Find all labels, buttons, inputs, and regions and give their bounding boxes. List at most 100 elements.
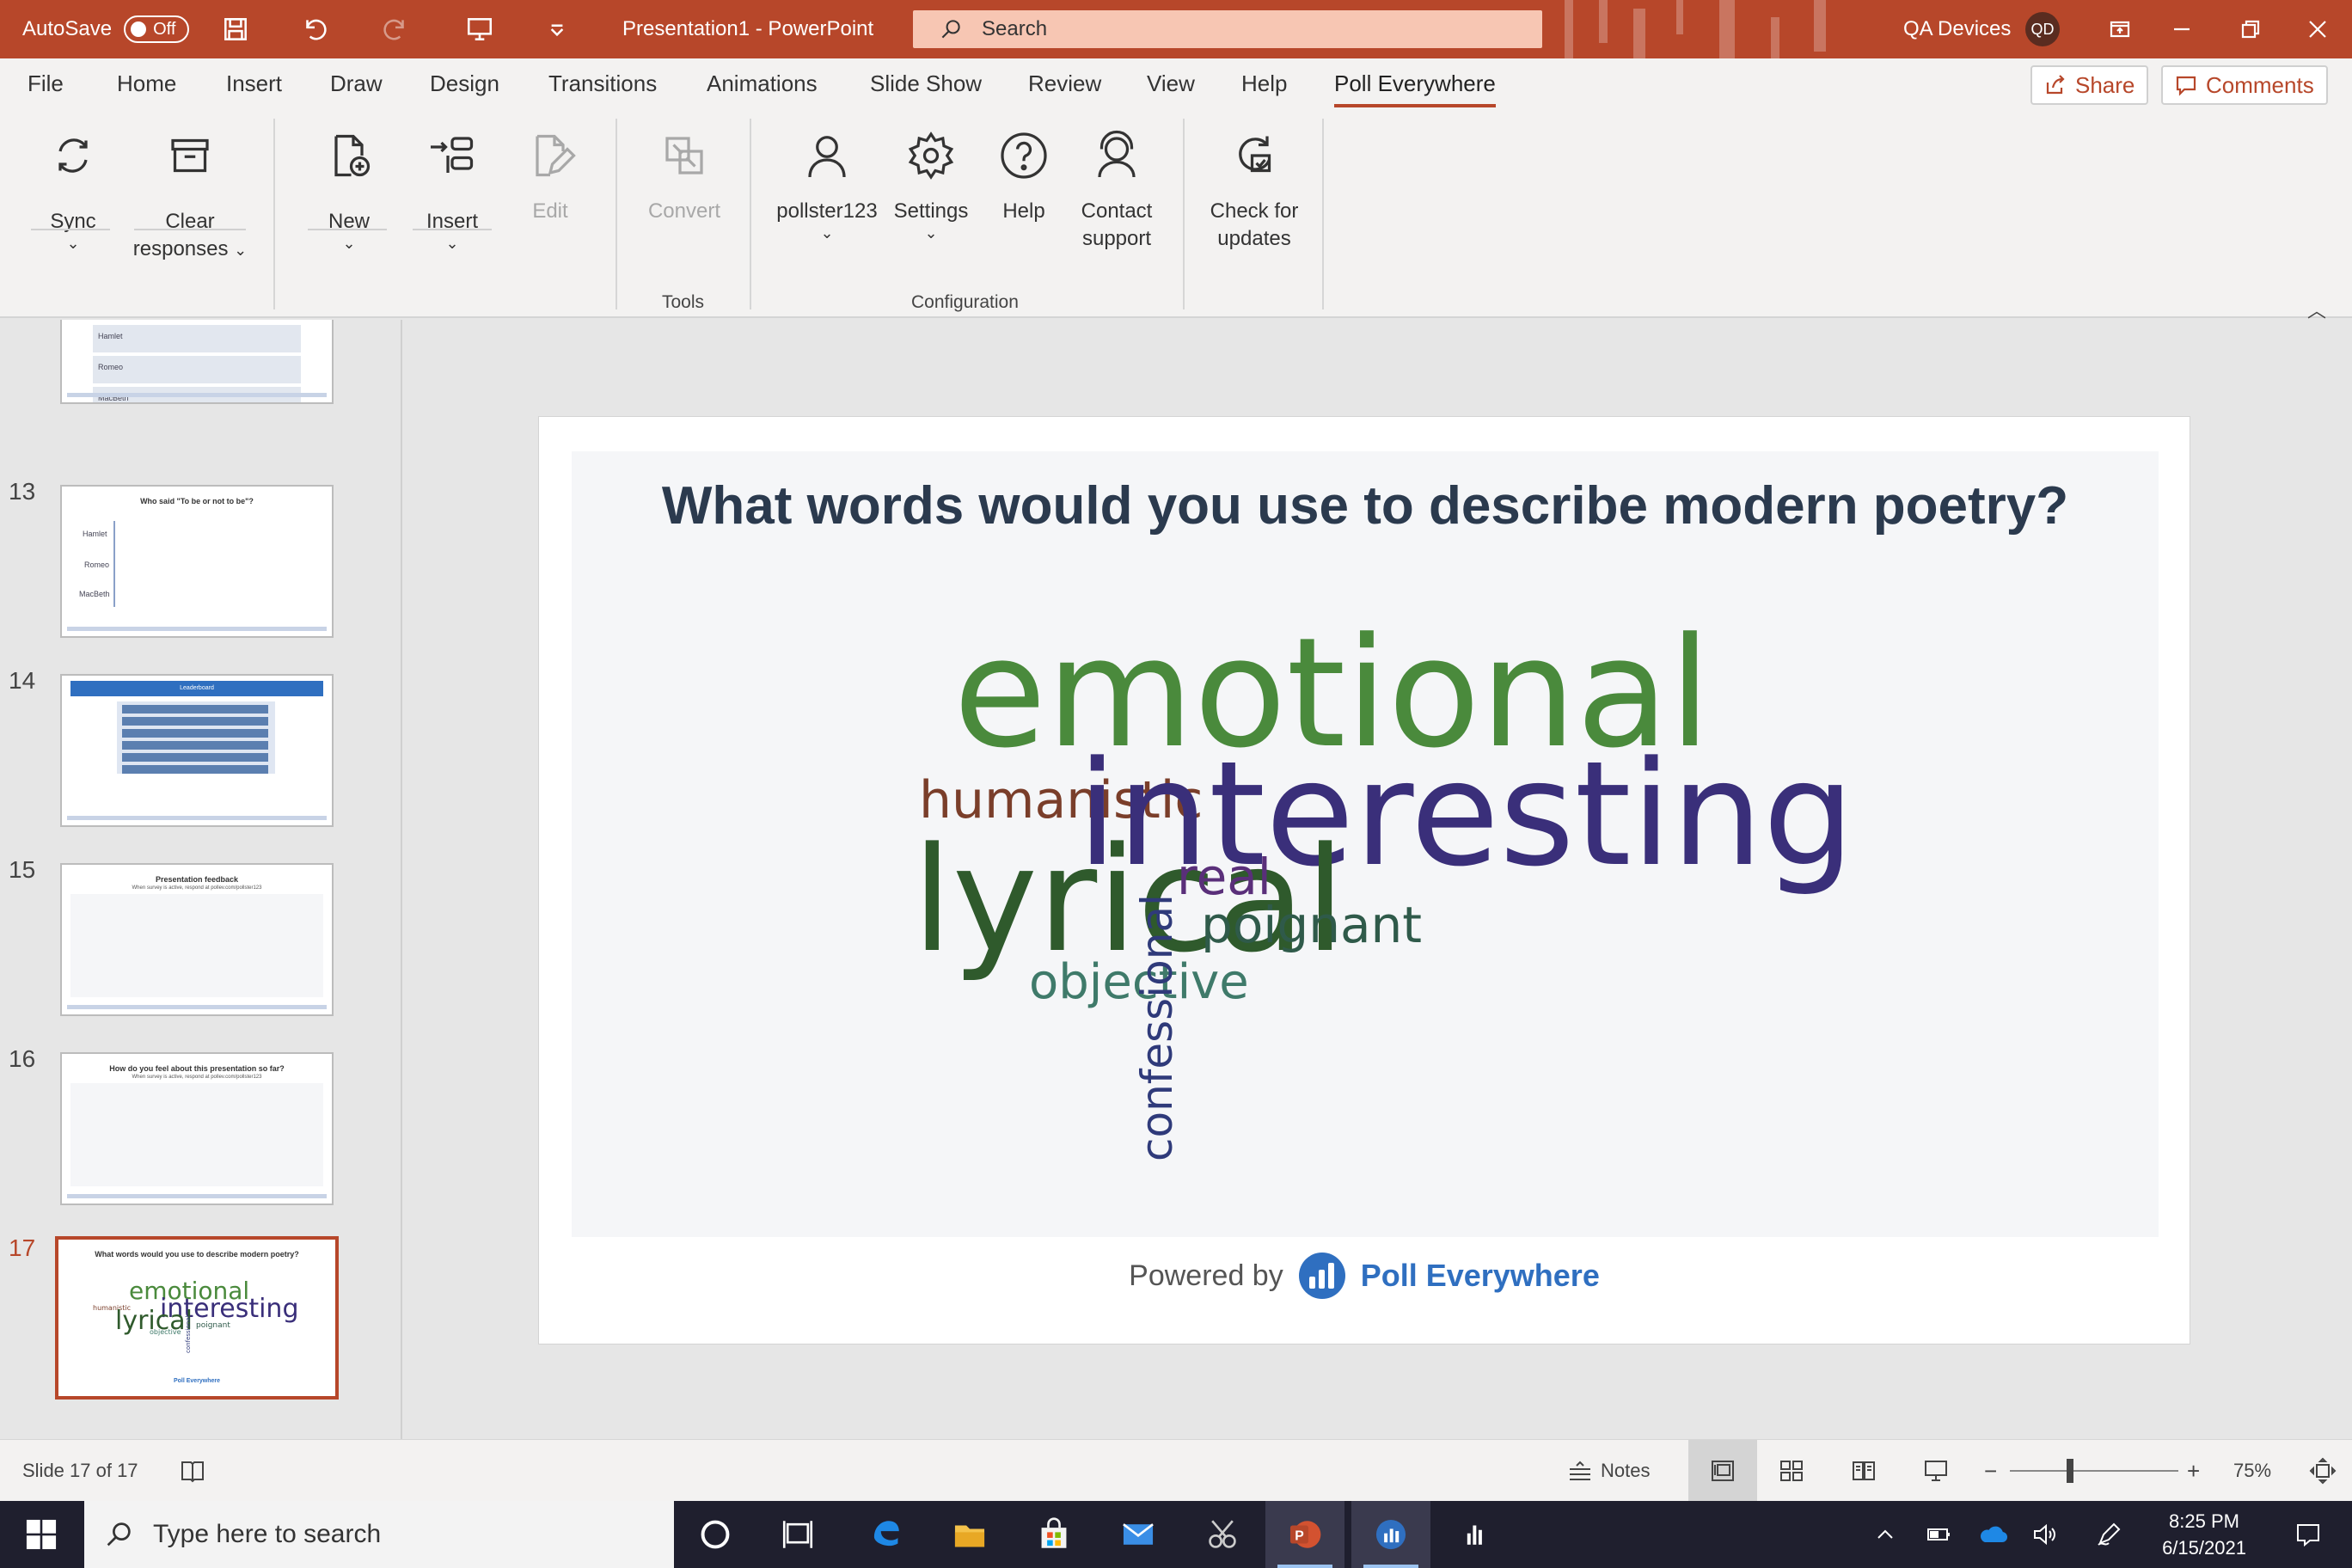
- updates-label: Check for: [1210, 199, 1299, 223]
- edge-icon: [873, 1521, 899, 1547]
- volume-icon[interactable]: [2024, 1501, 2067, 1568]
- pen-icon[interactable]: [2087, 1501, 2130, 1568]
- ribbon-display-icon[interactable]: [2103, 12, 2137, 46]
- powered-by-label: Powered by: [1129, 1259, 1283, 1292]
- fit-to-window-icon[interactable]: [2309, 1440, 2337, 1502]
- system-clock[interactable]: 8:25 PM 6/15/2021: [2135, 1508, 2273, 1561]
- comments-button[interactable]: Comments: [2161, 65, 2328, 105]
- user-name[interactable]: QA Devices: [1903, 0, 2011, 58]
- sync-button[interactable]: Sync ⌄: [26, 126, 120, 251]
- tab-review[interactable]: Review: [1028, 70, 1101, 97]
- present-icon[interactable]: [464, 14, 495, 45]
- accessibility-icon[interactable]: [179, 1440, 206, 1502]
- minimize-icon[interactable]: [2165, 12, 2199, 46]
- group-separator: [616, 119, 617, 309]
- taskbar-search[interactable]: Type here to search: [84, 1501, 674, 1568]
- redo-icon[interactable]: [380, 14, 411, 45]
- customize-toolbar-icon[interactable]: [542, 14, 573, 45]
- convert-button[interactable]: Convert: [636, 126, 732, 225]
- edit-button[interactable]: Edit: [514, 126, 586, 225]
- poll-bars-icon: [1467, 1525, 1482, 1545]
- word-real: real: [1177, 848, 1271, 906]
- thumbnail-body: [70, 1083, 323, 1186]
- tab-animations[interactable]: Animations: [707, 70, 818, 97]
- share-button[interactable]: Share: [2030, 65, 2149, 105]
- normal-view-button[interactable]: [1688, 1440, 1757, 1502]
- slide-thumbnail-panel[interactable]: Hamlet Romeo MacBeth 13 Who said "To be …: [0, 320, 402, 1439]
- avatar[interactable]: QD: [2025, 12, 2060, 46]
- reading-view-button[interactable]: [1850, 1440, 1877, 1502]
- zoom-slider-track[interactable]: [2010, 1470, 2178, 1472]
- cortana-button[interactable]: [676, 1501, 755, 1568]
- thumbnail-title: What words would you use to describe mod…: [95, 1250, 299, 1259]
- contact-support-button[interactable]: Contact support: [1071, 126, 1162, 253]
- slide-number: 17: [9, 1234, 36, 1261]
- windows-icon: [26, 1519, 57, 1550]
- slide-thumbnail-13[interactable]: Who said "To be or not to be"? Hamlet Ro…: [60, 485, 334, 638]
- search-box[interactable]: Search: [913, 10, 1542, 48]
- save-icon[interactable]: [220, 14, 251, 45]
- tab-help[interactable]: Help: [1241, 70, 1287, 97]
- zoom-slider-handle[interactable]: [2067, 1459, 2073, 1483]
- check-updates-button[interactable]: Check for updates: [1200, 126, 1308, 253]
- slide-thumbnail-16[interactable]: How do you feel about this presentation …: [60, 1052, 334, 1205]
- notifications-button[interactable]: [2278, 1501, 2338, 1568]
- edge-app[interactable]: [846, 1501, 925, 1568]
- clear-responses-button[interactable]: Clear responses ⌄: [129, 126, 251, 264]
- settings-button[interactable]: Settings ⌄: [889, 126, 973, 241]
- autosave-state: Off: [153, 19, 176, 39]
- autosave-label: AutoSave: [22, 17, 113, 40]
- slideshow-button[interactable]: [1922, 1440, 1950, 1502]
- responses-label: responses: [132, 237, 229, 260]
- tab-file[interactable]: File: [28, 70, 64, 97]
- thumbnail-footer: [67, 1194, 327, 1198]
- poll-everywhere-app[interactable]: [1351, 1501, 1430, 1568]
- slide-thumbnail-15[interactable]: Presentation feedback When survey is act…: [60, 863, 334, 1016]
- snipping-tool-app[interactable]: [1183, 1501, 1262, 1568]
- restore-icon[interactable]: [2233, 12, 2268, 46]
- new-button[interactable]: New ⌄: [308, 126, 390, 251]
- contact-label: Contact: [1081, 199, 1153, 223]
- autosave[interactable]: AutoSave Off: [22, 0, 190, 58]
- file-explorer-app[interactable]: [930, 1501, 1009, 1568]
- tab-draw[interactable]: Draw: [330, 70, 383, 97]
- powerpoint-app[interactable]: P: [1265, 1501, 1344, 1568]
- zoom-out-button[interactable]: −: [1984, 1440, 1997, 1502]
- tab-slide-show[interactable]: Slide Show: [870, 70, 982, 97]
- account-button[interactable]: pollster123 ⌄: [774, 126, 880, 241]
- close-icon[interactable]: [2300, 12, 2335, 46]
- tab-view[interactable]: View: [1147, 70, 1195, 97]
- slide-sorter-button[interactable]: [1778, 1440, 1805, 1502]
- show-hidden-icons[interactable]: [1864, 1501, 1907, 1568]
- taskbar-search-placeholder: Type here to search: [153, 1520, 382, 1548]
- autosave-toggle[interactable]: Off: [124, 15, 190, 43]
- poll-everywhere-app-2[interactable]: [1436, 1501, 1515, 1568]
- tab-home[interactable]: Home: [117, 70, 176, 97]
- store-app[interactable]: [1014, 1501, 1093, 1568]
- mail-app[interactable]: [1099, 1501, 1178, 1568]
- current-slide[interactable]: What words would you use to describe mod…: [538, 416, 2190, 1344]
- start-button[interactable]: [2, 1501, 81, 1568]
- insert-button[interactable]: Insert ⌄: [407, 126, 497, 251]
- help-button[interactable]: Help: [987, 126, 1061, 225]
- zoom-level[interactable]: 75%: [2233, 1440, 2271, 1502]
- tab-insert[interactable]: Insert: [226, 70, 282, 97]
- undo-icon[interactable]: [299, 14, 330, 45]
- leaderboard-row: [122, 765, 268, 774]
- tab-transitions[interactable]: Transitions: [548, 70, 657, 97]
- battery-icon[interactable]: [1917, 1501, 1960, 1568]
- notes-button[interactable]: Notes: [1566, 1440, 1650, 1502]
- slide-thumbnail-12[interactable]: Hamlet Romeo MacBeth: [60, 320, 334, 404]
- slide-thumbnail-14[interactable]: Leaderboard: [60, 674, 334, 827]
- task-view-button[interactable]: [758, 1501, 837, 1568]
- support-icon: [1098, 130, 1136, 178]
- thumbnail-title: Presentation feedback: [155, 875, 239, 884]
- poll-everywhere-icon: [1375, 1519, 1406, 1550]
- tab-poll-everywhere[interactable]: Poll Everywhere: [1334, 70, 1496, 107]
- edit-label: Edit: [532, 199, 568, 223]
- convert-icon: [665, 137, 703, 175]
- zoom-in-button[interactable]: +: [2187, 1440, 2200, 1502]
- slide-thumbnail-17[interactable]: What words would you use to describe mod…: [55, 1236, 339, 1400]
- tab-design[interactable]: Design: [430, 70, 499, 97]
- onedrive-icon[interactable]: [1972, 1501, 2015, 1568]
